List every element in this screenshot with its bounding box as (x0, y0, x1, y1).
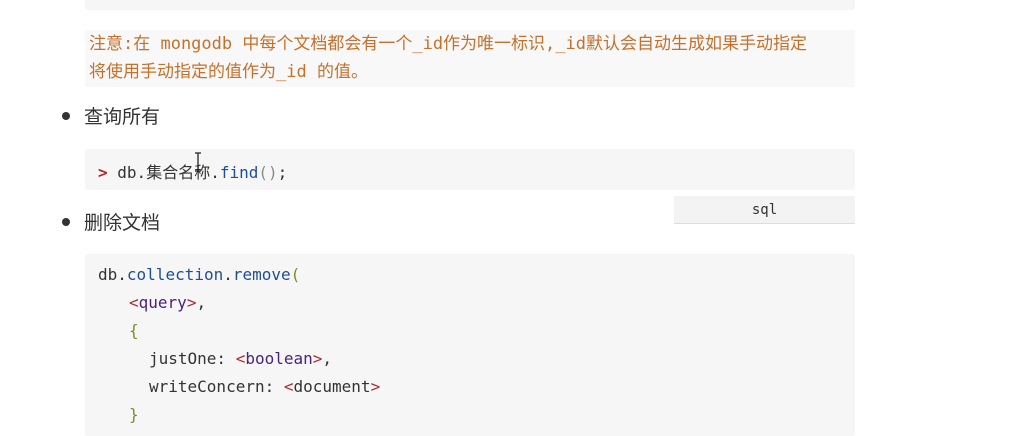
query-open-bracket: < (129, 293, 139, 312)
code-parens: () (258, 163, 278, 182)
code-close-brace: } (129, 405, 139, 424)
query-placeholder: query (138, 293, 187, 312)
code-db: db. (98, 265, 127, 284)
bullet-dot (62, 111, 70, 120)
remove-code-line-3: { (129, 321, 139, 340)
code-method-find: find (219, 163, 259, 182)
remove-code-line-4: justOne: <boolean>, (149, 349, 332, 368)
remove-code-line-2: <query>, (129, 293, 206, 312)
document-close-bracket: > (370, 377, 381, 396)
id-note: 注意:在 mongodb 中每个文档都会有一个_id作为唯一标识,_id默认会自… (85, 30, 855, 87)
code-comma: , (196, 293, 207, 312)
previous-code-block (85, 0, 855, 10)
boolean-placeholder: boolean (245, 349, 313, 368)
document-page: 注意:在 mongodb 中每个文档都会有一个_id作为唯一标识,_id默认会自… (0, 0, 1009, 436)
remove-code-line-6: } (129, 405, 139, 424)
document-placeholder: document (293, 377, 371, 396)
code-open-brace: { (129, 321, 139, 340)
bullet-delete-document: 删除文档 (62, 208, 160, 235)
code-collection: collection (126, 265, 224, 284)
justone-key: justOne: (149, 349, 236, 368)
code-semicolon: ; (277, 163, 288, 182)
boolean-open-bracket: < (235, 349, 246, 368)
bullet-query-all-label: 查询所有 (84, 106, 161, 128)
code-method-remove: remove (232, 265, 291, 284)
code-language-selector[interactable]: sql (674, 196, 855, 224)
text-cursor-icon (195, 152, 201, 172)
code-dot: . (210, 163, 220, 182)
code-language-label: sql (751, 201, 778, 218)
remove-code-line-5: writeConcern: <document> (149, 377, 380, 396)
code-open-paren: ( (290, 265, 301, 284)
bullet-delete-document-label: 删除文档 (84, 212, 161, 234)
remove-code-line-1: db.collection.remove( (98, 265, 300, 284)
note-line-2: 将使用手动指定的值作为_id 的值。 (89, 62, 368, 82)
code-comma: , (322, 349, 333, 368)
find-code-line: > db.集合名称.find(); (98, 159, 287, 183)
writeconcern-key: writeConcern: (149, 377, 284, 396)
code-dot: . (223, 265, 233, 284)
shell-prompt: > (98, 163, 108, 182)
code-db: db. (117, 163, 147, 182)
remove-code-block[interactable]: db.collection.remove( <query>, { justOne… (85, 254, 855, 436)
bullet-query-all: 查询所有 (62, 102, 160, 129)
bullet-dot (62, 217, 70, 226)
note-line-1: 注意:在 mongodb 中每个文档都会有一个_id作为唯一标识,_id默认会自… (89, 34, 807, 54)
document-open-bracket: < (283, 377, 294, 396)
boolean-close-bracket: > (312, 349, 323, 368)
query-close-bracket: > (186, 293, 197, 312)
